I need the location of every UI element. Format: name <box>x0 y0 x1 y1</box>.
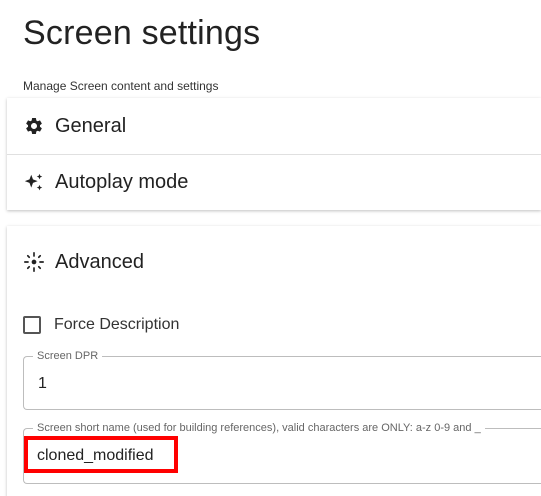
section-advanced-label: Advanced <box>55 250 144 273</box>
screen-short-name-input[interactable]: cloned_modified <box>37 447 154 465</box>
section-autoplay-label: Autoplay mode <box>55 171 189 193</box>
force-description-checkbox[interactable] <box>23 316 41 334</box>
section-general-header[interactable]: General <box>7 98 541 154</box>
force-description-row[interactable]: Force Description <box>23 316 179 334</box>
gear-icon <box>23 115 45 137</box>
screen-settings-page: Screen settings Manage Screen content an… <box>0 0 541 496</box>
screen-short-name-label: Screen short name (used for building ref… <box>33 422 485 434</box>
settings-accordion: General Autoplay mode <box>7 98 541 210</box>
screen-dpr-label: Screen DPR <box>33 350 103 362</box>
sparkle-icon <box>23 172 45 194</box>
section-general-label: General <box>55 114 127 137</box>
screen-dpr-field[interactable]: Screen DPR 1 <box>23 350 541 410</box>
section-advanced-header[interactable]: Advanced <box>7 226 541 298</box>
force-description-label: Force Description <box>54 316 180 333</box>
screen-dpr-input[interactable]: 1 <box>38 375 47 393</box>
light-icon <box>23 251 45 273</box>
page-subtitle: Manage Screen content and settings <box>23 79 219 93</box>
section-autoplay-header[interactable]: Autoplay mode <box>7 154 541 210</box>
page-title: Screen settings <box>23 14 261 52</box>
